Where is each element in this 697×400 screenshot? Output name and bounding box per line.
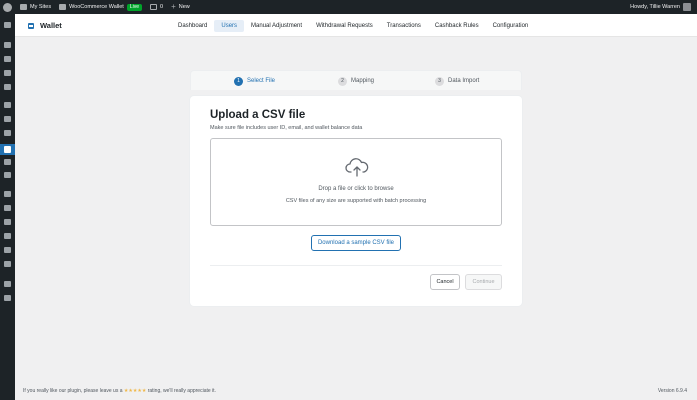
plugin-header: Wallet Dashboard Users Manual Adjustment… xyxy=(15,14,697,37)
users-icon[interactable] xyxy=(4,219,11,225)
file-dropzone[interactable]: Drop a file or click to browse CSV files… xyxy=(210,138,502,226)
posts-pin-icon[interactable] xyxy=(4,42,11,48)
comments-count: 0 xyxy=(160,4,164,10)
plugin-brand: Wallet xyxy=(28,14,62,37)
step-label: Select File xyxy=(247,78,276,84)
new-content-menu[interactable]: + New xyxy=(171,3,190,11)
marketing-icon[interactable] xyxy=(4,172,11,178)
download-sample-button[interactable]: Download a sample CSV file xyxy=(311,235,401,251)
footer-rating-note: If you really like our plugin, please le… xyxy=(23,388,216,394)
wp-admin-bar: My Sites WooCommerce Wallet Live 0 + New… xyxy=(0,0,697,14)
upload-subtitle: Make sure file includes user ID, email, … xyxy=(210,125,363,131)
wp-logo-menu[interactable] xyxy=(3,2,12,12)
step-label: Mapping xyxy=(351,78,375,84)
site-name-label: WooCommerce Wallet xyxy=(69,4,124,10)
extension-icon[interactable] xyxy=(4,261,11,267)
tab-manual-adjustment[interactable]: Manual Adjustment xyxy=(244,20,309,32)
step-number: 3 xyxy=(435,76,444,86)
wordpress-logo-icon xyxy=(3,2,12,12)
payments-icon[interactable] xyxy=(4,130,11,136)
tab-transactions[interactable]: Transactions xyxy=(380,20,428,32)
step-data-import: 3 Data Import xyxy=(435,71,479,91)
my-sites-label: My Sites xyxy=(30,4,52,10)
plugin-nav: Dashboard Users Manual Adjustment Withdr… xyxy=(171,14,535,37)
tools-icon[interactable] xyxy=(4,233,11,239)
step-mapping: 2 Mapping xyxy=(338,71,374,91)
user-greeting: Howdy, Tillie Warren xyxy=(630,4,680,10)
wallet-logo-icon xyxy=(28,22,34,29)
rating-stars-link[interactable]: ★★★★★ xyxy=(124,388,146,394)
plugins-icon[interactable] xyxy=(4,205,11,211)
appearance-icon[interactable] xyxy=(4,191,11,197)
account-menu[interactable]: Howdy, Tillie Warren xyxy=(630,0,691,14)
pages-icon[interactable] xyxy=(4,70,11,76)
live-badge: Live xyxy=(126,3,142,11)
footer-text-before: If you really like our plugin, please le… xyxy=(23,388,123,394)
comments-menu[interactable]: 0 xyxy=(150,4,163,10)
comments-icon[interactable] xyxy=(4,84,11,90)
my-sites-icon xyxy=(20,4,27,10)
dashboard-icon[interactable] xyxy=(4,22,11,28)
footer-text-after: rating, we'll really appreciate it. xyxy=(147,388,216,394)
network-icon[interactable] xyxy=(4,281,11,287)
home-icon xyxy=(59,4,67,10)
upload-card: Upload a CSV file Make sure file include… xyxy=(190,96,522,306)
divider xyxy=(210,265,502,266)
import-stepper: 1 Select File 2 Mapping 3 Data Import xyxy=(190,70,522,90)
media-icon[interactable] xyxy=(4,56,11,62)
step-label: Data Import xyxy=(448,78,480,84)
tab-dashboard[interactable]: Dashboard xyxy=(171,20,214,32)
comment-icon xyxy=(150,4,157,10)
my-sites-menu[interactable]: My Sites xyxy=(20,4,51,10)
new-label: New xyxy=(178,4,190,10)
plus-icon: + xyxy=(171,2,176,11)
admin-menu-sidebar xyxy=(0,14,15,400)
tab-configuration[interactable]: Configuration xyxy=(486,20,536,32)
tab-users[interactable]: Users xyxy=(214,19,245,32)
tab-cashback-rules[interactable]: Cashback Rules xyxy=(428,20,486,32)
tab-withdrawal-requests[interactable]: Withdrawal Requests xyxy=(309,20,380,32)
step-number: 1 xyxy=(234,76,243,86)
continue-button[interactable]: Continue xyxy=(465,274,502,290)
dropzone-title: Drop a file or click to browse xyxy=(318,186,394,192)
step-select-file: 1 Select File xyxy=(234,71,275,91)
cloud-upload-icon xyxy=(345,158,369,177)
step-number: 2 xyxy=(338,76,347,86)
wallet-icon[interactable] xyxy=(0,144,15,155)
cancel-button[interactable]: Cancel xyxy=(430,274,460,290)
dropzone-subtitle: CSV files of any size are supported with… xyxy=(285,198,427,204)
products-icon[interactable] xyxy=(4,116,11,122)
plugin-title: Wallet xyxy=(40,21,62,30)
footer-version: Version 6.9.4 xyxy=(657,388,687,394)
collapse-menu-icon[interactable] xyxy=(4,295,11,301)
upload-title: Upload a CSV file xyxy=(210,109,306,121)
settings-icon[interactable] xyxy=(4,247,11,253)
site-name-menu[interactable]: WooCommerce Wallet Live xyxy=(59,3,142,11)
woocommerce-icon[interactable] xyxy=(4,102,11,108)
avatar xyxy=(683,3,691,11)
analytics-icon[interactable] xyxy=(4,159,11,165)
